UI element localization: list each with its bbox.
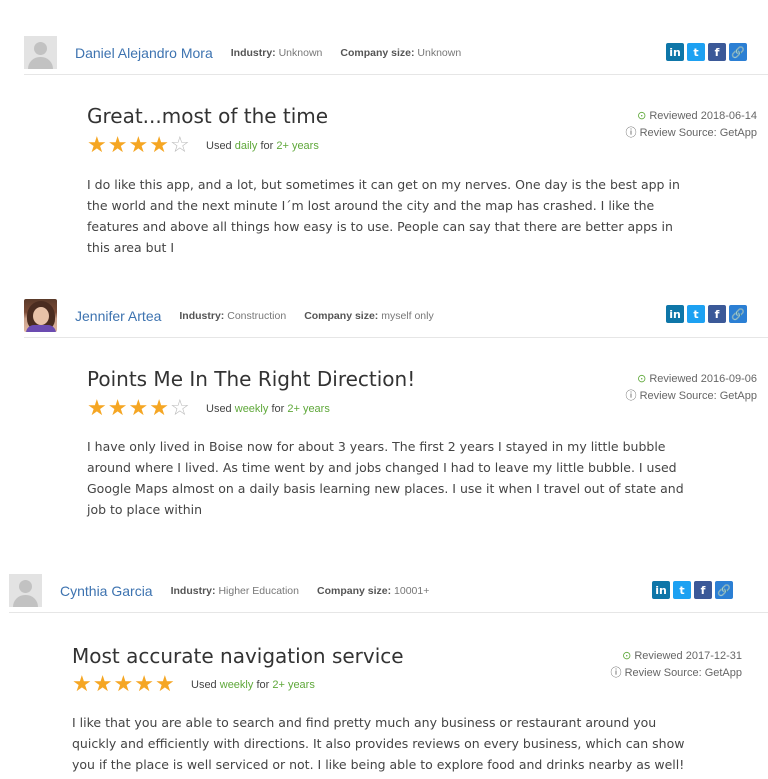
linkedin-share-button[interactable]: in [652,581,670,599]
clock-check-icon: ⊙ [637,110,647,122]
link-share-button[interactable]: 🔗 [729,43,747,61]
twitter-share-button[interactable]: t [687,43,705,61]
star-filled-icon: ★ [87,396,107,421]
reviewer-header: Jennifer Artea Industry: Construction Co… [24,294,768,338]
star-filled-icon: ★ [134,672,154,697]
linkedin-share-button[interactable]: in [666,43,684,61]
star-empty-icon: ☆ [169,396,190,421]
avatar [9,574,42,607]
industry: Industry: Unknown [230,46,323,59]
review-body: I do like this app, and a lot, but somet… [87,177,680,255]
usage-info: Used weekly for 2+ years [206,403,330,415]
star-filled-icon: ★ [107,396,128,421]
review-title: Great...most of the time [87,104,329,128]
facebook-share-button[interactable]: f [708,43,726,61]
info-circle-icon: ⓘ [610,667,622,679]
star-empty-icon: ☆ [169,133,190,158]
review-body: I have only lived in Boise now for about… [87,439,684,517]
info-circle-icon: ⓘ [625,127,637,139]
reviewer-name[interactable]: Daniel Alejandro Mora [75,45,213,61]
review-source: ⓘ Review Source: GetApp [625,390,757,402]
review-card: Cynthia Garcia Industry: Higher Educatio… [0,550,768,779]
rating-stars: ★ ★ ★ ★ ☆ [87,398,190,420]
star-filled-icon: ★ [128,133,149,158]
star-filled-icon: ★ [149,133,169,158]
linkedin-share-button[interactable]: in [666,305,684,323]
review-source: ⓘ Review Source: GetApp [625,127,757,139]
rating-stars: ★ ★ ★ ★ ★ [72,674,175,696]
reviewer-name[interactable]: Cynthia Garcia [60,583,153,599]
usage-info: Used weekly for 2+ years [191,679,315,691]
reviewed-date: ⊙ Reviewed 2018-06-14 [637,110,757,122]
review-body: I like that you are able to search and f… [72,715,685,772]
star-filled-icon: ★ [128,396,149,421]
company-size: Company size: myself only [304,309,434,322]
link-share-button[interactable]: 🔗 [729,305,747,323]
twitter-share-button[interactable]: t [687,305,705,323]
review-title: Most accurate navigation service [72,644,404,668]
avatar [24,299,57,332]
star-filled-icon: ★ [87,133,107,158]
star-filled-icon: ★ [107,133,128,158]
star-filled-icon: ★ [154,672,175,697]
reviewed-date: ⊙ Reviewed 2017-12-31 [622,650,742,662]
company-size: Company size: 10001+ [317,584,430,597]
company-size: Company size: Unknown [340,46,462,59]
review-card: Jennifer Artea Industry: Construction Co… [0,260,768,550]
review-info: ⊙ Reviewed 2016-09-06 ⓘ Review Source: G… [626,371,757,405]
review-card: Daniel Alejandro Mora Industry: Unknown … [0,0,768,260]
facebook-share-button[interactable]: f [694,581,712,599]
reviewer-header: Daniel Alejandro Mora Industry: Unknown … [24,31,768,75]
share-buttons: in t f 🔗 [666,43,747,61]
star-filled-icon: ★ [72,672,92,697]
reviewed-date: ⊙ Reviewed 2016-09-06 [637,373,757,385]
rating-stars: ★ ★ ★ ★ ☆ [87,135,190,157]
share-buttons: in t f 🔗 [666,305,747,323]
facebook-share-button[interactable]: f [708,305,726,323]
star-filled-icon: ★ [149,396,169,421]
info-circle-icon: ⓘ [625,390,637,402]
review-info: ⊙ Reviewed 2018-06-14 ⓘ Review Source: G… [626,108,757,142]
review-title: Points Me In The Right Direction! [87,367,416,391]
review-info: ⊙ Reviewed 2017-12-31 ⓘ Review Source: G… [611,648,742,682]
link-share-button[interactable]: 🔗 [715,581,733,599]
clock-check-icon: ⊙ [622,650,632,662]
review-source: ⓘ Review Source: GetApp [610,667,742,679]
avatar [24,36,57,69]
share-buttons: in t f 🔗 [652,581,733,599]
star-filled-icon: ★ [92,672,113,697]
twitter-share-button[interactable]: t [673,581,691,599]
star-filled-icon: ★ [113,672,134,697]
reviewer-name[interactable]: Jennifer Artea [75,308,161,324]
usage-info: Used daily for 2+ years [206,140,319,152]
clock-check-icon: ⊙ [637,373,647,385]
industry: Industry: Higher Education [170,584,299,597]
industry: Industry: Construction [179,309,287,322]
